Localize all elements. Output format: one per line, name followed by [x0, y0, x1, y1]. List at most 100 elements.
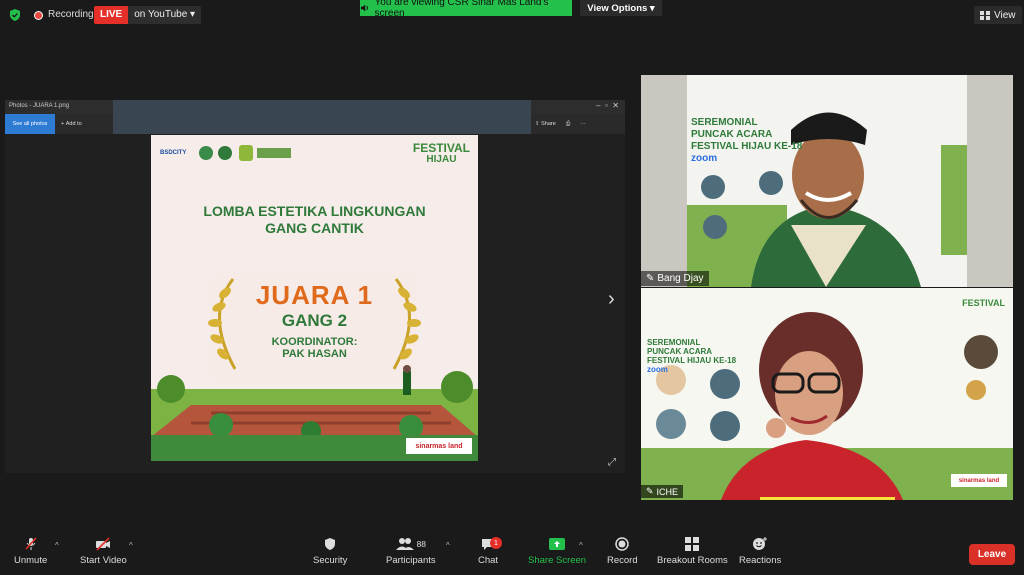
participant-name-label: ✎ ICHE [641, 485, 684, 498]
kampung-logo-icon [257, 148, 291, 158]
unmute-button[interactable]: Unmute [14, 537, 47, 566]
participant-video-feed [641, 75, 1013, 287]
poster-title-line2: GANG CANTIK [265, 220, 364, 236]
bsd-city-logo: BSDCITY [160, 150, 187, 156]
share-options-chevron-up-icon[interactable]: ^ [579, 541, 583, 550]
participants-label: Participants [386, 555, 436, 566]
recording-label: Recording [48, 9, 94, 20]
audio-options-chevron-up-icon[interactable]: ^ [55, 541, 59, 550]
festival-hijau-logo: FESTIVAL HIJAU [413, 142, 470, 165]
photos-toolbar-right: ⇪ Share ⎙ ··· [535, 114, 586, 134]
shield-icon[interactable] [8, 8, 22, 22]
add-to-label: Add to [65, 121, 82, 127]
more-icon[interactable]: ··· [580, 121, 586, 127]
share-banner-text: You are viewing CSR Sinar Mas Land's scr… [374, 0, 549, 19]
koordinator-block: KOORDINATOR: PAK HASAN [151, 336, 478, 360]
reactions-button[interactable]: Reactions [739, 537, 781, 566]
poster-title: LOMBA ESTETIKA LINGKUNGAN GANG CANTIK [151, 203, 478, 237]
youtube-text: on YouTube [134, 9, 188, 20]
obscured-toolbar-area [113, 100, 531, 134]
view-options-button[interactable]: View Options ▾ [580, 0, 662, 16]
on-youtube-label: on YouTube ▾ [128, 6, 202, 24]
tile1-poster-line3: FESTIVAL HIJAU KE-18 [691, 141, 803, 152]
unmute-label: Unmute [14, 555, 48, 566]
sinarmas-land-logo: sinarmas land [406, 438, 472, 454]
participants-options-chevron-up-icon[interactable]: ^ [446, 541, 450, 550]
breakout-rooms-button[interactable]: Breakout Rooms [657, 537, 728, 566]
security-button[interactable]: Security [313, 537, 347, 566]
participants-button[interactable]: 88 Participants [386, 537, 436, 566]
koordinator-label: KOORDINATOR: [271, 336, 358, 348]
see-all-photos-button[interactable]: See all photos [5, 114, 55, 134]
participants-count: 88 [416, 539, 427, 549]
participant-name: Bang Djay [657, 273, 704, 284]
record-label: Record [607, 555, 638, 566]
garden-illustration [151, 365, 478, 437]
tile2-poster-line2: PUNCAK ACARA [647, 347, 713, 356]
muted-microphone-icon [25, 537, 37, 550]
tile2-poster-line1: SEREMONIAL [647, 338, 701, 347]
next-photo-arrow-icon[interactable]: › [608, 288, 615, 311]
window-controls[interactable]: – ▫ ✕ [596, 101, 619, 110]
leave-button[interactable]: Leave [969, 544, 1015, 565]
participant-video-feed [641, 288, 1013, 500]
start-video-label: Start Video [80, 555, 127, 566]
active-speaker-indicator [760, 497, 895, 500]
partner-logo-icon [218, 146, 232, 160]
juara-heading: JUARA 1 [255, 280, 374, 310]
record-icon [615, 537, 630, 551]
chat-unread-badge: 1 [490, 537, 502, 549]
breakout-rooms-label: Breakout Rooms [657, 555, 728, 566]
shield-icon [325, 538, 336, 550]
screen-share-banner: You are viewing CSR Sinar Mas Land's scr… [360, 0, 572, 19]
video-off-icon [96, 537, 111, 551]
video-tile-iche[interactable]: SEREMONIAL PUNCAK ACARA FESTIVAL HIJAU K… [641, 288, 1013, 500]
pin-icon: ✎ [646, 486, 654, 496]
hijau-word: HIJAU [426, 154, 457, 165]
grid-view-icon [980, 10, 990, 20]
tile1-poster-text: SEREMONIAL PUNCAK ACARA FESTIVAL HIJAU K… [691, 117, 802, 165]
tile1-poster-line2: PUNCAK ACARA [691, 129, 773, 140]
participant-name: ICHE [656, 486, 679, 497]
live-badge: LIVE [94, 6, 129, 24]
tile1-zoom-text: zoom [691, 153, 718, 164]
share-icon[interactable]: ⇪ Share [535, 121, 556, 127]
gang-label: GANG 2 [281, 311, 348, 330]
view-options-label: View Options [587, 2, 648, 14]
tile2-poster-line3: FESTIVAL HIJAU KE-18 [647, 356, 737, 365]
expand-icon[interactable]: ⤢ [608, 457, 616, 468]
tile1-poster-line1: SEREMONIAL [691, 117, 758, 128]
tile2-sinarmas-logo: sinarmas land [951, 474, 1007, 487]
share-label: Share [541, 121, 556, 127]
share-screen-icon [549, 538, 566, 550]
share-screen-button[interactable]: Share Screen [528, 537, 586, 566]
security-label: Security [313, 555, 348, 566]
breakout-rooms-icon [685, 537, 700, 551]
tile2-festival-logo: FESTIVAL [962, 298, 1005, 308]
tile2-zoom-text: zoom [647, 365, 668, 374]
meeting-toolbar [0, 520, 1024, 575]
print-icon[interactable]: ⎙ [566, 121, 570, 128]
chat-label: Chat [478, 555, 499, 566]
juara-poster-image: BSDCITY FESTIVAL HIJAU LOMBA ESTETIKA LI… [151, 135, 478, 461]
video-tile-bang-djay[interactable]: SEREMONIAL PUNCAK ACARA FESTIVAL HIJAU K… [641, 75, 1013, 287]
speaker-icon [360, 4, 368, 12]
add-to-button[interactable]: + Add to [61, 114, 82, 134]
recording-indicator-icon [34, 11, 43, 20]
live-youtube-button[interactable]: LIVE on YouTube ▾ [94, 6, 202, 24]
tile2-poster-text: SEREMONIAL PUNCAK ACARA FESTIVAL HIJAU K… [647, 338, 736, 374]
pin-icon: ✎ [646, 273, 655, 284]
people-icon [395, 538, 414, 550]
poster-title-line1: LOMBA ESTETIKA LINGKUNGAN [203, 203, 426, 219]
reactions-label: Reactions [739, 555, 782, 566]
participants-icon-row: 88 [386, 537, 436, 551]
partner-logo-icon [239, 145, 253, 161]
shared-screen: Photos - JUARA 1.png – ▫ ✕ See all photo… [5, 100, 625, 473]
video-options-chevron-up-icon[interactable]: ^ [129, 541, 133, 550]
view-label: View [994, 9, 1016, 21]
koordinator-name: PAK HASAN [282, 348, 347, 360]
record-button[interactable]: Record [607, 537, 638, 566]
view-button[interactable]: View [974, 6, 1022, 24]
start-video-button[interactable]: Start Video [80, 537, 127, 566]
smiley-plus-icon [753, 537, 768, 550]
